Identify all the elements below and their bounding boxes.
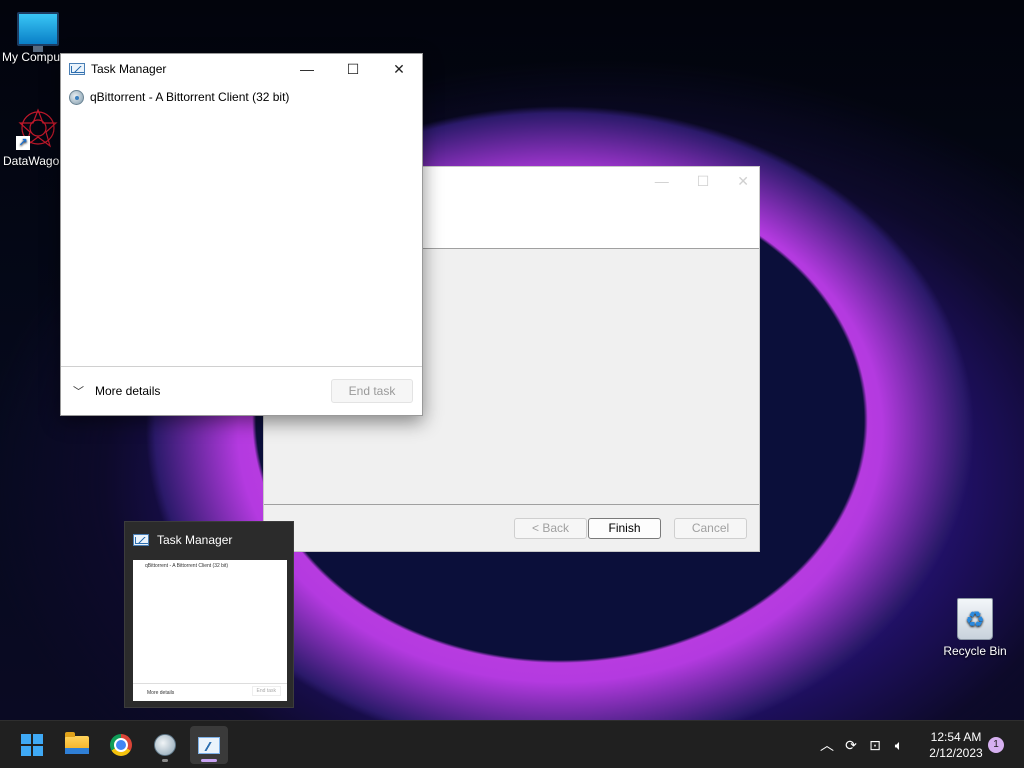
task-manager-icon: [198, 736, 220, 754]
task-manager-icon: [133, 534, 149, 546]
taskbar-qbittorrent[interactable]: [146, 726, 184, 764]
process-list-item[interactable]: qBittorrent - A Bittorrent Client (32 bi…: [61, 84, 422, 110]
thumbnail-process: qBittorrent - A Bittorrent Client (32 bi…: [145, 563, 229, 569]
desktop-icon-label: My Computer: [2, 50, 64, 64]
start-button[interactable]: [13, 726, 51, 764]
qbittorrent-icon: [69, 89, 84, 105]
back-button[interactable]: < Back: [514, 518, 587, 539]
start-icon: [21, 734, 43, 756]
thumbnail-title: Task Manager: [157, 533, 233, 547]
chevron-up-icon[interactable]: ︿: [815, 721, 839, 768]
desktop-icon-label: Recycle Bin: [943, 644, 1007, 658]
end-task-button[interactable]: End task: [331, 379, 413, 403]
taskbar-file-explorer[interactable]: [58, 726, 96, 764]
active-indicator: [201, 759, 217, 762]
more-details-link[interactable]: More details: [95, 384, 160, 398]
taskbar-task-manager[interactable]: [190, 726, 228, 764]
wizard-footer: < Back Finish Cancel: [264, 504, 759, 551]
desktop-icon-recycle-bin[interactable]: ♻ Recycle Bin: [937, 598, 1013, 658]
maximize-icon[interactable]: ☐: [697, 173, 710, 190]
process-name: qBittorrent - A Bittorrent Client (32 bi…: [90, 90, 290, 104]
clock-date: 2/12/2023: [929, 746, 983, 760]
sync-icon[interactable]: ⟳: [839, 721, 863, 768]
running-indicator: [162, 759, 168, 762]
minimize-icon[interactable]: —: [655, 173, 669, 190]
system-clock[interactable]: 12:54 AM 2/12/2023: [920, 729, 992, 761]
desktop-icon-label: DataWagon: [3, 154, 63, 168]
maximize-button[interactable]: ☐: [330, 54, 376, 84]
task-manager-icon: [69, 63, 85, 75]
window-title: Task Manager: [91, 62, 167, 76]
recycle-bin-icon: ♻: [957, 598, 993, 640]
chevron-down-icon[interactable]: ﹀: [73, 383, 93, 399]
datawagon-icon: ↗: [16, 106, 60, 150]
file-explorer-icon: [65, 732, 89, 754]
taskbar: ︿ ⟳ ⊡ 🔈︎ 12:54 AM 2/12/2023 1: [0, 720, 1024, 768]
monitor-icon: [17, 12, 59, 52]
network-icon[interactable]: ⊡: [863, 721, 887, 768]
taskbar-chrome[interactable]: [102, 726, 140, 764]
task-manager-window[interactable]: Task Manager — ☐ ✕ qBittorrent - A Bitto…: [60, 53, 423, 416]
volume-icon[interactable]: 🔈︎: [887, 721, 911, 768]
qbittorrent-icon: [154, 734, 176, 756]
thumbnail-header: Task Manager: [125, 522, 293, 558]
chrome-icon: [110, 734, 132, 756]
close-button[interactable]: ✕: [376, 54, 422, 84]
window-controls: — ☐ ✕: [284, 54, 422, 84]
close-icon[interactable]: ✕: [737, 173, 749, 190]
system-tray: ︿ ⟳ ⊡ 🔈︎: [815, 721, 911, 768]
finish-button[interactable]: Finish: [588, 518, 661, 539]
notification-badge[interactable]: 1: [988, 737, 1004, 753]
task-manager-footer: ﹀ More details End task: [61, 366, 422, 415]
thumbnail-end-task: End task: [251, 686, 281, 696]
thumbnail-image: qBittorrent - A Bittorrent Client (32 bi…: [133, 560, 287, 701]
clock-time: 12:54 AM: [930, 730, 982, 744]
taskbar-thumbnail-preview[interactable]: Task Manager qBittorrent - A Bittorrent …: [124, 521, 294, 708]
minimize-button[interactable]: —: [284, 54, 330, 84]
cancel-button[interactable]: Cancel: [674, 518, 747, 539]
shortcut-arrow-icon: ↗: [16, 136, 30, 150]
wizard-window-controls: — ☐ ✕: [655, 173, 749, 190]
